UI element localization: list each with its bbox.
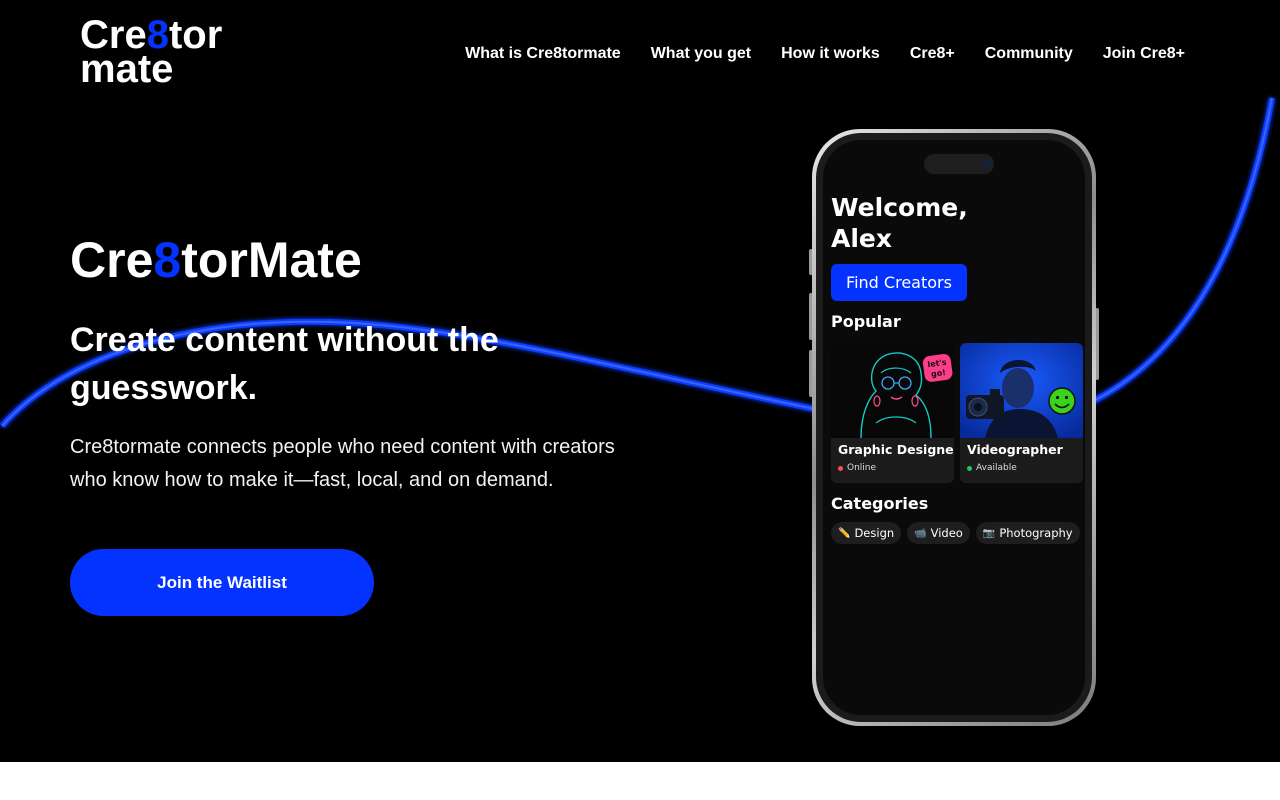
graphic-designer-illustration: let's go! (831, 343, 954, 438)
category-chip-design[interactable]: ✏️ Design (831, 522, 902, 544)
status-dot-icon (838, 465, 843, 471)
chip-label: Video (930, 526, 963, 540)
nav-how-it-works[interactable]: How it works (781, 45, 880, 63)
card-title: Videographer (967, 442, 1063, 457)
phone-mockup: Welcome, Alex Find Creators Popular let'… (812, 129, 1096, 726)
hero-section: Cre8tor mate What is Cre8tormate What yo… (0, 0, 1280, 762)
logo-line2: mate (80, 47, 174, 91)
category-chip-video[interactable]: 📹 Video (907, 522, 970, 544)
nav-join-cre8-plus[interactable]: Join Cre8+ (1103, 45, 1185, 63)
logo-part: tor (168, 13, 223, 57)
status-dot-icon (967, 465, 972, 471)
hero-title-part: Cre (70, 232, 154, 288)
hero-title: Cre8torMate (70, 232, 362, 288)
phone-screen: Welcome, Alex Find Creators Popular let'… (823, 140, 1085, 715)
card-title: Graphic Designer (838, 442, 954, 457)
status-text: Available (976, 463, 1017, 473)
video-camera-icon: 📹 (914, 527, 927, 539)
hero-description: Cre8tormate connects people who need con… (70, 436, 615, 491)
category-chip-photography[interactable]: 📷 Photography (975, 522, 1080, 544)
camera-icon (983, 160, 991, 168)
creator-card-videographer[interactable]: Videographer Available (960, 343, 1083, 483)
nav-what-is[interactable]: What is Cre8tormate (465, 45, 621, 63)
status-indicator: Online (838, 463, 876, 473)
nav-what-you-get[interactable]: What you get (651, 45, 751, 63)
popular-title: Popular (831, 312, 901, 331)
chip-label: Design (854, 526, 895, 540)
hero-title-part: torMate (181, 232, 362, 288)
main-nav: What is Cre8tormate What you get How it … (465, 45, 1185, 63)
join-waitlist-button[interactable]: Join the Waitlist (70, 549, 374, 616)
find-creators-button[interactable]: Find Creators (831, 264, 967, 301)
status-indicator: Available (967, 463, 1017, 473)
phone-bezel: Welcome, Alex Find Creators Popular let'… (816, 133, 1092, 722)
site-logo[interactable]: Cre8tor mate (80, 15, 222, 91)
nav-cre8-plus[interactable]: Cre8+ (910, 45, 955, 63)
category-chips: ✏️ Design 📹 Video 📷 Photography (831, 522, 1080, 544)
camera-icon: 📷 (982, 527, 996, 539)
hero-title-accent: 8 (153, 232, 182, 288)
hero-headline: Create content without the guesswork. (70, 321, 499, 407)
categories-title: Categories (831, 494, 929, 513)
videographer-photo (960, 343, 1083, 438)
status-text: Online (847, 463, 877, 473)
welcome-text: Welcome, Alex (831, 193, 968, 253)
creator-card-graphic-designer[interactable]: let's go! Graphic Designer Online (831, 343, 954, 483)
pencil-icon: ✏️ (838, 527, 851, 539)
nav-community[interactable]: Community (985, 45, 1073, 63)
chip-label: Photography (999, 526, 1073, 540)
